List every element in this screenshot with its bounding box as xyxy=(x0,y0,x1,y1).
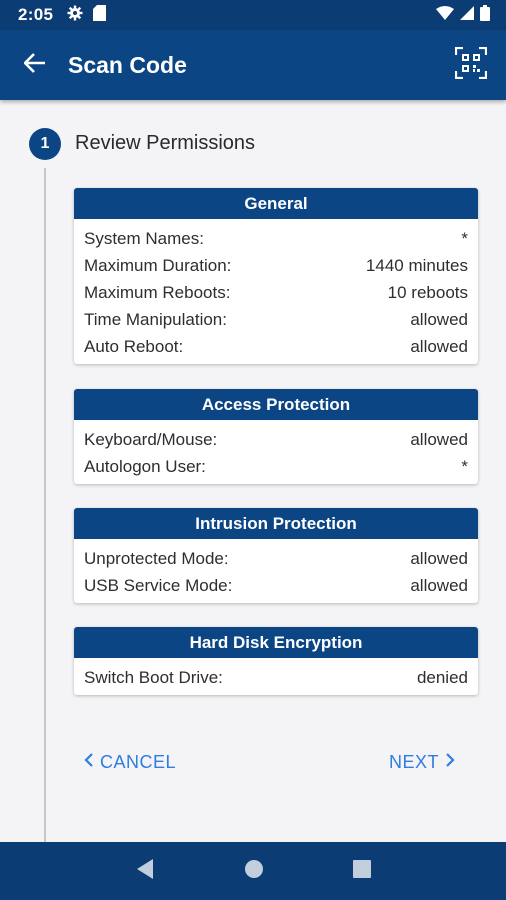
permission-row: Maximum Duration: 1440 minutes xyxy=(84,252,468,279)
permission-value: * xyxy=(461,229,468,248)
permission-value: allowed xyxy=(410,576,468,595)
hard-disk-encryption-card: Hard Disk Encryption Switch Boot Drive: d… xyxy=(74,627,478,695)
card-header: Intrusion Protection xyxy=(74,508,478,539)
permission-label: Autologon User: xyxy=(84,457,206,476)
step-number-badge: 1 xyxy=(29,128,61,160)
permission-value: allowed xyxy=(410,549,468,568)
permission-row: Unprotected Mode: allowed xyxy=(84,545,468,572)
access-protection-card: Access Protection Keyboard/Mouse: allowed… xyxy=(74,389,478,484)
permission-value: allowed xyxy=(410,310,468,329)
app-bar: Scan Code xyxy=(0,30,506,100)
permission-row: Maximum Reboots: 10 reboots xyxy=(84,279,468,306)
permission-label: Unprotected Mode: xyxy=(84,549,229,568)
permission-label: Auto Reboot: xyxy=(84,337,184,356)
permission-row: USB Service Mode: allowed xyxy=(84,572,468,599)
stepper-content: 1 Review Permissions General System Name… xyxy=(0,100,506,842)
card-header: Hard Disk Encryption xyxy=(74,627,478,658)
permission-value: 10 reboots xyxy=(387,283,468,302)
permission-row: Keyboard/Mouse: allowed xyxy=(84,426,468,453)
permission-row: Time Manipulation: allowed xyxy=(84,306,468,333)
permission-row: Switch Boot Drive: denied xyxy=(84,664,468,691)
permission-value: allowed xyxy=(410,337,468,356)
permission-row: Auto Reboot: allowed xyxy=(84,333,468,360)
general-card: General System Names: * Maximum Duration:… xyxy=(74,188,478,364)
battery-icon xyxy=(480,4,490,26)
cancel-button-label: CANCEL xyxy=(100,752,177,772)
qr-scan-icon xyxy=(454,46,488,84)
next-button[interactable]: NEXT xyxy=(389,752,455,773)
wifi-icon xyxy=(436,5,454,25)
chevron-left-icon xyxy=(84,752,94,773)
permission-label: Maximum Reboots: xyxy=(84,283,231,302)
next-button-label: NEXT xyxy=(389,752,440,772)
permission-value: 1440 minutes xyxy=(365,256,468,275)
cancel-button[interactable]: CANCEL xyxy=(84,752,176,773)
chevron-right-icon xyxy=(445,752,455,773)
sd-card-icon xyxy=(93,4,107,26)
permission-value: * xyxy=(461,457,468,476)
qr-scan-button[interactable] xyxy=(436,30,506,100)
permission-label: System Names: xyxy=(84,229,204,248)
nav-home-icon[interactable] xyxy=(244,859,264,884)
system-nav-bar xyxy=(0,842,506,900)
step-connector-line xyxy=(44,168,46,842)
intrusion-protection-card: Intrusion Protection Unprotected Mode: al… xyxy=(74,508,478,603)
permission-label: Keyboard/Mouse: xyxy=(84,430,218,449)
permission-row: System Names: * xyxy=(84,225,468,252)
permission-label: Time Manipulation: xyxy=(84,310,227,329)
permission-label: Switch Boot Drive: xyxy=(84,668,223,687)
step-title: Review Permissions xyxy=(75,132,256,154)
gear-icon xyxy=(67,5,83,26)
permission-row: Autologon User: * xyxy=(84,453,468,480)
status-bar: 2:05 xyxy=(0,0,506,30)
permission-value: denied xyxy=(416,668,468,687)
page-title: Scan Code xyxy=(68,51,187,78)
back-button[interactable] xyxy=(0,30,70,100)
card-header: Access Protection xyxy=(74,389,478,420)
nav-recents-icon[interactable] xyxy=(353,859,372,883)
nav-back-icon[interactable] xyxy=(135,858,155,885)
permission-value: allowed xyxy=(410,430,468,449)
status-time: 2:05 xyxy=(18,5,54,24)
arrow-left-icon xyxy=(23,52,46,78)
permission-label: USB Service Mode: xyxy=(84,576,233,595)
permission-label: Maximum Duration: xyxy=(84,256,232,275)
card-header: General xyxy=(74,188,478,219)
signal-icon xyxy=(460,5,474,25)
